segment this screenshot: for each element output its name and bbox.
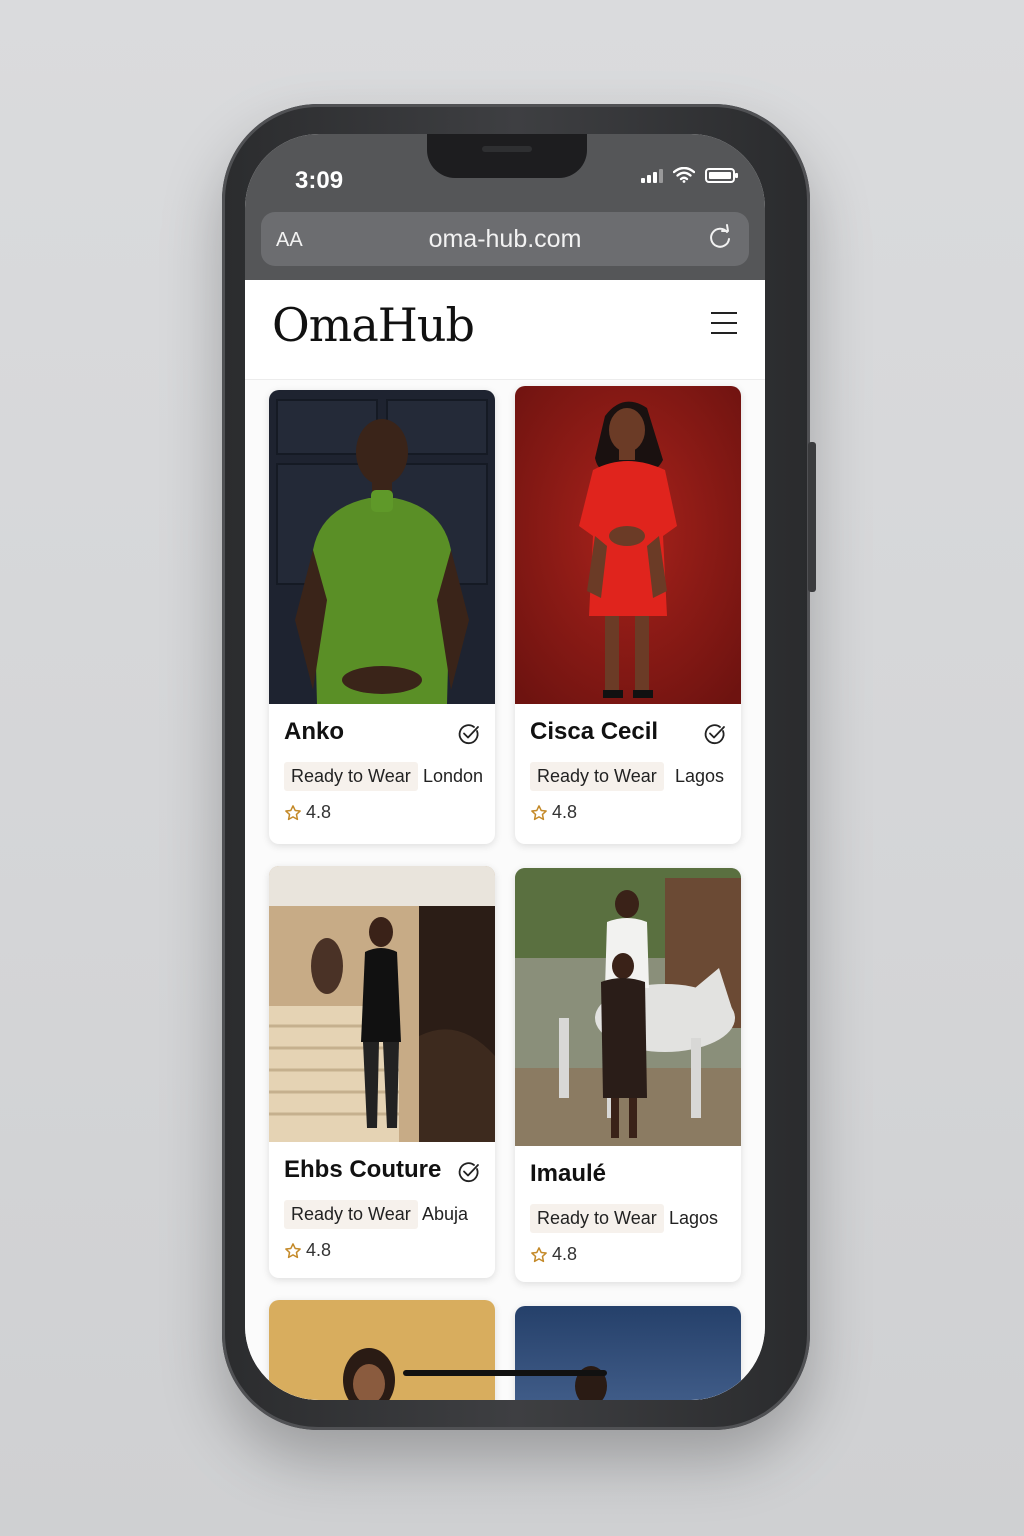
designer-card[interactable]: Imaulé Ready to Wear Lagos 4.8 [515, 868, 741, 1282]
designer-card[interactable]: Ehbs Couture Ready to Wear Abuja 4.8 [269, 866, 495, 1278]
card-body: Ehbs Couture Ready to Wear Abuja 4.8 [269, 1142, 495, 1278]
rating-value: 4.8 [552, 802, 578, 822]
side-button [808, 442, 816, 592]
rating: 4.8 [284, 1240, 331, 1261]
designer-name[interactable]: Ehbs Couture [284, 1156, 441, 1184]
signal-icon [641, 167, 663, 183]
hamburger-menu-icon[interactable] [711, 312, 737, 334]
address-bar[interactable]: AA oma-hub.com [261, 212, 749, 266]
designer-name[interactable]: Imaulé [530, 1160, 606, 1188]
category-tag[interactable]: Ready to Wear [530, 762, 664, 791]
rating-value: 4.8 [552, 1244, 578, 1264]
designer-name[interactable]: Anko [284, 718, 344, 746]
status-time: 3:09 [295, 167, 344, 194]
card-body: Imaulé Ready to Wear Lagos 4.8 [515, 1146, 741, 1282]
status-icons [641, 167, 738, 183]
rating-value: 4.8 [306, 1240, 332, 1260]
site-header: OmaHub [245, 280, 765, 380]
designer-photo[interactable] [515, 868, 741, 1146]
category-tag[interactable]: Ready to Wear [284, 762, 418, 791]
browser-chrome: 3:09 AA oma-hub.com [245, 134, 765, 280]
phone-screen: 3:09 AA oma-hub.com OmaHub Anko Ready to… [245, 134, 765, 1400]
rating: 4.8 [530, 1244, 577, 1265]
designer-card[interactable] [269, 1300, 495, 1400]
star-icon [285, 1242, 301, 1258]
rating: 4.8 [284, 802, 331, 823]
notch [427, 134, 587, 178]
star-icon [531, 1246, 547, 1262]
phone-frame: 3:09 AA oma-hub.com OmaHub Anko Ready to… [222, 104, 816, 1430]
verified-check-icon [458, 1162, 479, 1183]
home-indicator[interactable] [403, 1370, 607, 1376]
location-label: Lagos [669, 1208, 719, 1228]
verified-check-icon [704, 724, 725, 745]
designer-card[interactable] [515, 1306, 741, 1400]
designer-photo[interactable] [515, 1306, 741, 1400]
reload-icon[interactable] [705, 222, 735, 252]
location-label: London [423, 766, 484, 786]
star-icon [285, 804, 301, 820]
category-tag[interactable]: Ready to Wear [530, 1204, 664, 1233]
designer-grid: Anko Ready to Wear London 4.8 Cisca Ceci… [245, 380, 765, 1400]
designer-photo[interactable] [515, 386, 741, 704]
designer-card[interactable]: Cisca Cecil Ready to Wear Lagos 4.8 [515, 386, 741, 844]
rating: 4.8 [530, 802, 577, 823]
location-label: Lagos [675, 766, 725, 786]
location-label: Abuja [422, 1204, 469, 1224]
designer-name[interactable]: Cisca Cecil [530, 718, 658, 746]
wifi-icon [673, 167, 695, 183]
designer-photo[interactable] [269, 390, 495, 704]
card-body: Anko Ready to Wear London 4.8 [269, 704, 495, 844]
site-logo[interactable]: OmaHub [272, 298, 475, 352]
card-body: Cisca Cecil Ready to Wear Lagos 4.8 [515, 704, 741, 844]
designer-photo[interactable] [269, 1300, 495, 1400]
battery-icon [705, 167, 738, 183]
designer-card[interactable]: Anko Ready to Wear London 4.8 [269, 390, 495, 844]
url-text[interactable]: oma-hub.com [261, 225, 749, 254]
designer-photo[interactable] [269, 866, 495, 1142]
verified-check-icon [458, 724, 479, 745]
category-tag[interactable]: Ready to Wear [284, 1200, 418, 1229]
star-icon [531, 804, 547, 820]
rating-value: 4.8 [306, 802, 332, 822]
